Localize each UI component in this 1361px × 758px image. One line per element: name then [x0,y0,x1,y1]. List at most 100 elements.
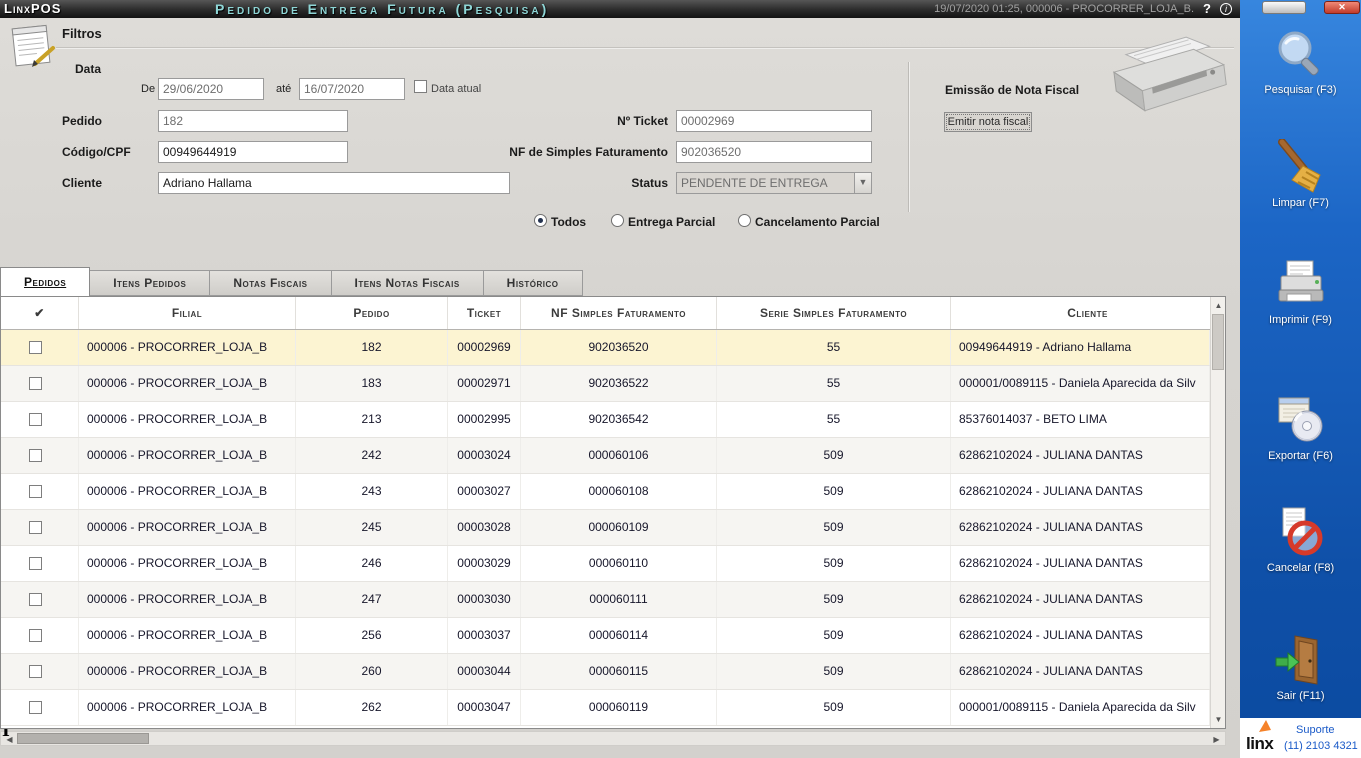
tab-historico[interactable]: Histórico [483,270,583,296]
cell-pedido: 256 [296,618,448,653]
row-checkbox[interactable] [29,557,42,570]
row-checkbox[interactable] [29,629,42,642]
table-row[interactable]: 000006 - PROCORRER_LOJA_B 243 00003027 0… [1,474,1210,510]
row-checkbox[interactable] [29,521,42,534]
table-row[interactable]: 000006 - PROCORRER_LOJA_B 247 00003030 0… [1,582,1210,618]
app-window: LinxPOS Pedido de Entrega Futura (Pesqui… [0,0,1361,758]
cell-cliente: 00949644919 - Adriano Hallama [951,330,1210,365]
date-to-input[interactable] [299,78,405,100]
cell-filial: 000006 - PROCORRER_LOJA_B [79,402,296,437]
col-header-filial[interactable]: Filial [79,297,296,329]
todos-label: Todos [551,215,587,229]
col-header-serie[interactable]: Serie Simples Faturamento [717,297,951,329]
ticket-input[interactable] [676,110,872,132]
col-header-cliente[interactable]: Cliente [951,297,1225,329]
codigo-input[interactable] [158,141,348,163]
cancelar-label: Cancelar (F8) [1266,562,1335,574]
nf-input[interactable] [676,141,872,163]
filters-note-icon [8,23,58,74]
cell-serie: 509 [717,582,951,617]
row-checkbox[interactable] [29,485,42,498]
tab-pedidos[interactable]: Pedidos [0,267,91,296]
col-header-ticket[interactable]: Ticket [448,297,521,329]
scroll-right-icon[interactable]: ▶ [1209,732,1224,747]
close-icon[interactable]: ✕ [1324,1,1360,14]
de-label: De [141,83,156,95]
row-checkbox[interactable] [29,377,42,390]
cancelar-button[interactable]: Cancelar (F8) [1240,504,1361,588]
filters-heading: Filtros [62,26,102,41]
row-checkbox[interactable] [29,413,42,426]
cell-serie: 509 [717,546,951,581]
col-header-pedido[interactable]: Pedido [296,297,448,329]
window-restore-button[interactable] [1262,1,1306,14]
check-column-header[interactable]: ✔ [1,297,79,329]
pesquisar-button[interactable]: Pesquisar (F3) [1240,26,1361,110]
export-cd-icon [1240,392,1361,448]
limpar-button[interactable]: Limpar (F7) [1240,139,1361,223]
entrega-parcial-radio[interactable] [611,214,624,227]
cell-filial: 000006 - PROCORRER_LOJA_B [79,546,296,581]
table-row[interactable]: 000006 - PROCORRER_LOJA_B 213 00002995 9… [1,402,1210,438]
tab-notas-fiscais[interactable]: Notas Fiscais [210,270,332,296]
pedido-input[interactable] [158,110,348,132]
scroll-down-icon[interactable]: ▼ [1211,712,1226,727]
col-header-nf[interactable]: NF Simples Faturamento [521,297,717,329]
imprimir-button[interactable]: Imprimir (F9) [1240,256,1361,340]
table-row[interactable]: 000006 - PROCORRER_LOJA_B 256 00003037 0… [1,618,1210,654]
emitir-nota-fiscal-button[interactable]: Emitir nota fiscal [944,112,1032,132]
cell-nf: 902036542 [521,402,717,437]
cliente-input[interactable] [158,172,510,194]
scroll-up-icon[interactable]: ▲ [1211,298,1226,313]
todos-radio[interactable] [534,214,547,227]
chevron-down-icon[interactable]: ▼ [854,173,871,193]
cell-serie: 509 [717,690,951,725]
row-checkbox[interactable] [29,449,42,462]
table-row[interactable]: 000006 - PROCORRER_LOJA_B 183 00002971 9… [1,366,1210,402]
table-row[interactable]: 000006 - PROCORRER_LOJA_B 262 00003047 0… [1,690,1210,726]
cell-ticket: 00003030 [448,582,521,617]
vertical-scroll-thumb[interactable] [1212,314,1224,370]
cell-filial: 000006 - PROCORRER_LOJA_B [79,582,296,617]
filters-divider [908,62,910,212]
table-row[interactable]: 000006 - PROCORRER_LOJA_B 245 00003028 0… [1,510,1210,546]
cancelamento-parcial-radio[interactable] [738,214,751,227]
sair-button[interactable]: Sair (F11) [1240,632,1361,716]
status-dropdown[interactable]: PENDENTE DE ENTREGA ▼ [676,172,872,194]
table-row[interactable]: 000006 - PROCORRER_LOJA_B 182 00002969 9… [1,330,1210,366]
row-checkbox[interactable] [29,341,42,354]
cell-serie: 55 [717,402,951,437]
results-panel: ✔ Filial Pedido Ticket NF Simples Fatura… [0,296,1226,729]
data-atual-checkbox[interactable] [414,80,427,93]
tab-itens-notas-fiscais[interactable]: Itens Notas Fiscais [331,270,484,296]
cliente-label: Cliente [62,176,103,190]
row-checkbox[interactable] [29,665,42,678]
cell-check [1,366,79,401]
cell-nf: 902036522 [521,366,717,401]
info-icon[interactable]: i [1220,3,1232,15]
table-row[interactable]: 000006 - PROCORRER_LOJA_B 260 00003044 0… [1,654,1210,690]
row-checkbox[interactable] [29,701,42,714]
cell-nf: 000060108 [521,474,717,509]
row-checkbox[interactable] [29,593,42,606]
cell-ticket: 00002995 [448,402,521,437]
cell-pedido: 245 [296,510,448,545]
cell-pedido: 243 [296,474,448,509]
tab-itens-pedidos[interactable]: Itens Pedidos [90,270,211,296]
cell-serie: 509 [717,438,951,473]
help-icon[interactable]: ? [1203,0,1211,18]
horizontal-scroll-thumb[interactable] [17,733,149,744]
vertical-scrollbar[interactable]: ▲ ▼ [1210,297,1225,728]
table-row[interactable]: 000006 - PROCORRER_LOJA_B 246 00003029 0… [1,546,1210,582]
table-header: ✔ Filial Pedido Ticket NF Simples Fatura… [1,297,1225,330]
cell-check [1,330,79,365]
horizontal-scrollbar[interactable]: ◀ ▶ [0,731,1226,746]
cell-cliente: 62862102024 - JULIANA DANTAS [951,438,1210,473]
imprimir-label: Imprimir (F9) [1269,314,1332,326]
table-row[interactable]: 000006 - PROCORRER_LOJA_B 242 00003024 0… [1,438,1210,474]
ate-label: até [276,83,292,95]
exportar-button[interactable]: Exportar (F6) [1240,392,1361,476]
cell-ticket: 00003024 [448,438,521,473]
nf-label: NF de Simples Faturamento [509,145,668,159]
date-from-input[interactable] [158,78,264,100]
